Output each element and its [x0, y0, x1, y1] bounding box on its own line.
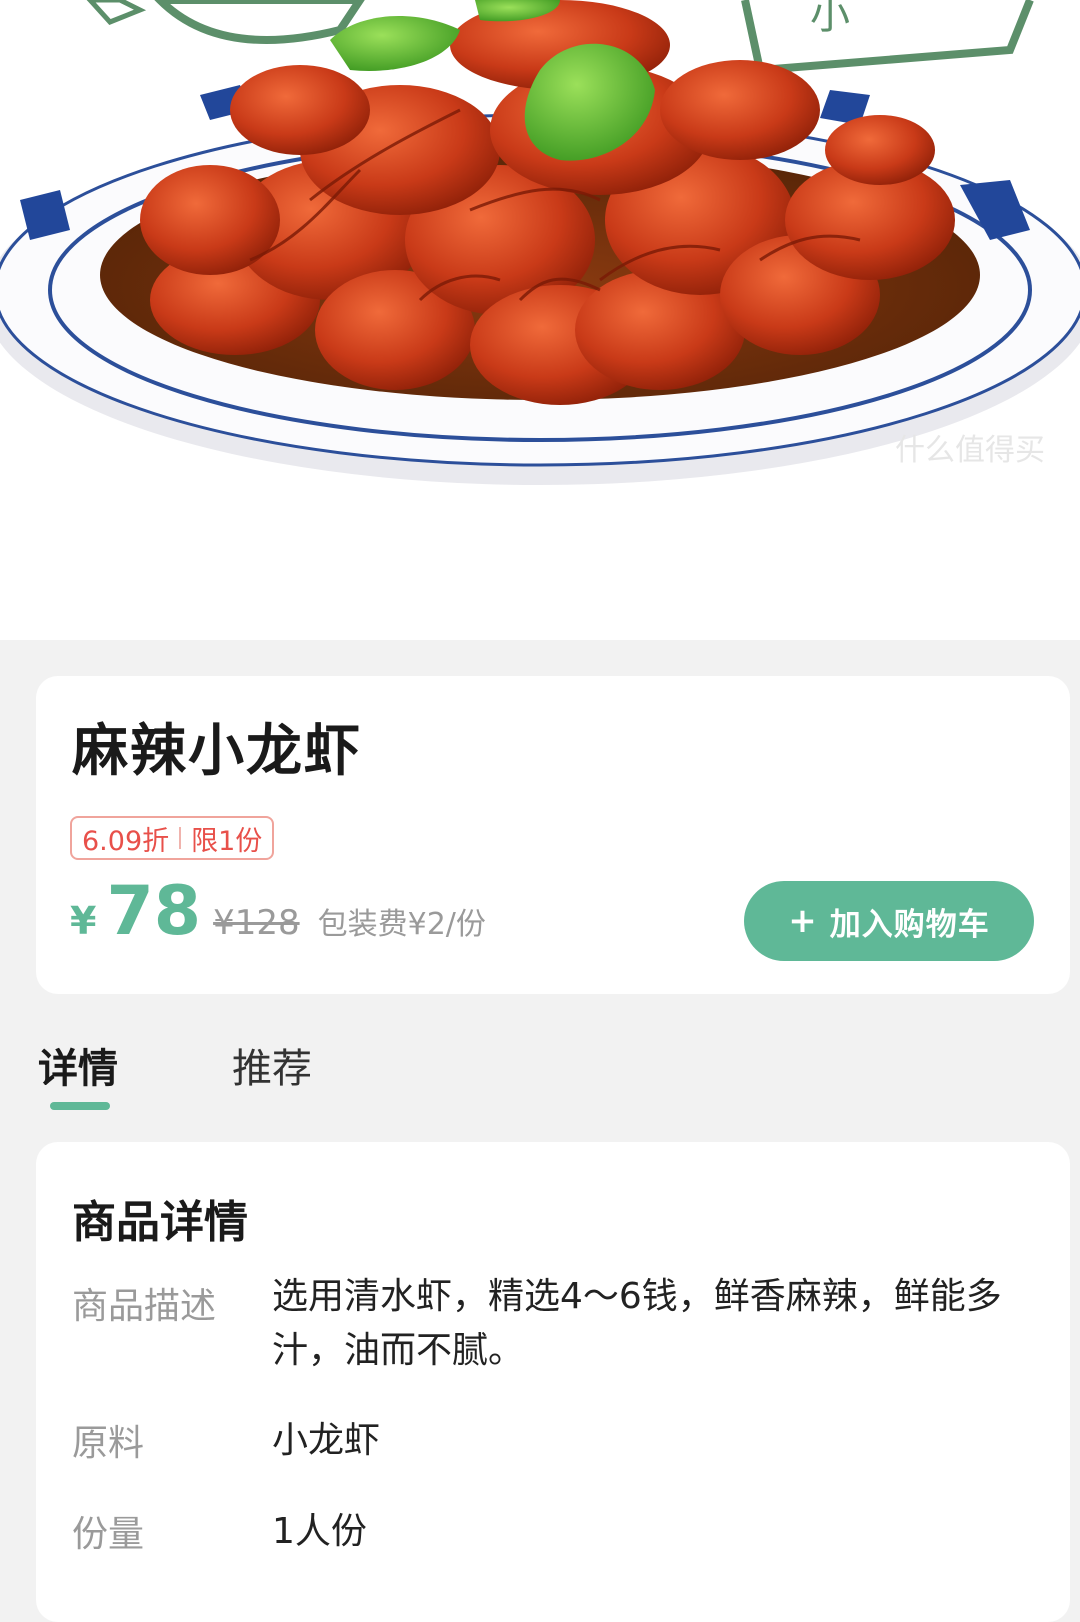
- limit-text: 限1份: [191, 825, 263, 857]
- detail-value: 1人份: [272, 1511, 367, 1552]
- product-photo: 小 什么值得买: [0, 0, 1080, 640]
- promo-divider: [179, 827, 182, 849]
- product-info-card: 麻辣小龙虾 6.09折 限1份 ¥ 78 ¥128 包装费¥2/份 + 加入购物…: [36, 676, 1070, 994]
- details-heading: 商品详情: [72, 1197, 248, 1248]
- current-price: 78: [106, 872, 202, 951]
- crayfish-dish-illustration: 小 什么值得买: [0, 0, 1080, 485]
- add-to-cart-button[interactable]: + 加入购物车: [744, 881, 1034, 961]
- currency-symbol: ¥: [70, 899, 97, 943]
- tab-details[interactable]: 详情: [38, 1036, 118, 1094]
- detail-value: 选用清水虾，精选4～6钱，鲜香麻辣，鲜能多汁，油而不腻。: [272, 1276, 1002, 1371]
- promo-badge: 6.09折 限1份: [70, 816, 275, 860]
- watermark: 什么值得买: [895, 433, 1045, 468]
- plus-icon: +: [788, 901, 818, 941]
- svg-text:小: 小: [810, 0, 850, 38]
- product-title: 麻辣小龙虾: [72, 719, 362, 784]
- detail-value: 小龙虾: [272, 1420, 381, 1461]
- active-tab-indicator: [50, 1102, 110, 1110]
- detail-label: 原料: [72, 1423, 145, 1464]
- detail-label: 商品描述: [72, 1286, 217, 1327]
- detail-label: 份量: [72, 1514, 145, 1555]
- price-row: ¥ 78 ¥128 包装费¥2/份: [70, 872, 486, 952]
- original-price: ¥128: [213, 903, 300, 943]
- discount-text: 6.09折: [82, 825, 170, 857]
- product-details-card: 商品详情 商品描述 选用清水虾，精选4～6钱，鲜香麻辣，鲜能多汁，油而不腻。 原…: [36, 1142, 1070, 1622]
- add-to-cart-label: 加入购物车: [829, 906, 990, 943]
- packaging-fee: 包装费¥2/份: [317, 907, 486, 942]
- tab-recommend[interactable]: 推荐: [232, 1036, 312, 1094]
- tab-bar: 详情 推荐: [36, 1036, 1036, 1126]
